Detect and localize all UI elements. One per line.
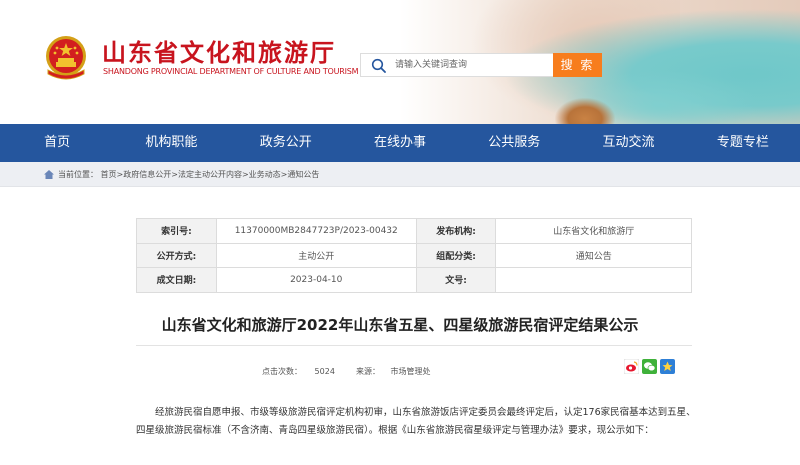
issuer-label: 发布机构: (415, 218, 497, 244)
nav-item-public-services[interactable]: 公共服务 (457, 124, 571, 162)
search-box: 搜 索 (360, 53, 602, 77)
nav-item-online-services[interactable]: 在线办事 (343, 124, 457, 162)
category-value: 通知公告 (495, 242, 692, 268)
search-field-wrap (360, 53, 553, 77)
category-label: 组配分类: (415, 242, 497, 268)
share-bar (623, 358, 675, 375)
site-header: 山东省文化和旅游厅 SHANDONG PROVINCIAL DEPARTMENT… (0, 0, 800, 124)
nav-item-special-topics[interactable]: 专题专栏 (686, 124, 800, 162)
article-title: 山东省文化和旅游厅2022年山东省五星、四星级旅游民宿评定结果公示 (161, 316, 639, 334)
breadcrumb: 当前位置： 首页>政府信息公开>法定主动公开内容>业务动态>通知公告 (0, 162, 800, 187)
date-value: 2023-04-10 (215, 267, 417, 293)
search-icon (371, 58, 386, 73)
favorite-icon[interactable] (660, 359, 675, 374)
table-row: 成文日期: 2023-04-10 文号: (136, 267, 692, 293)
docno-value (495, 267, 692, 293)
main-nav: 首页 机构职能 政务公开 在线办事 公共服务 互动交流 专题专栏 (0, 124, 800, 162)
search-button[interactable]: 搜 索 (553, 53, 602, 77)
source: 来源： 市场管理处 (356, 366, 431, 377)
home-icon (44, 169, 54, 179)
document-info-table: 索引号: 11370000MB2847723P/2023-00432 发布机构:… (136, 218, 692, 293)
index-label: 索引号: (136, 218, 217, 244)
nav-item-government-affairs[interactable]: 政务公开 (229, 124, 343, 162)
nav-item-organization[interactable]: 机构职能 (114, 124, 228, 162)
publicity-value: 主动公开 (215, 242, 417, 268)
publicity-label: 公开方式: (136, 242, 217, 268)
national-emblem-icon (46, 36, 86, 80)
divider (136, 345, 692, 346)
weibo-icon[interactable] (623, 358, 640, 375)
click-count: 点击次数： 5024 (262, 366, 335, 377)
article-body: 经旅游民宿自愿申报、市级等级旅游民宿评定机构初审，山东省旅游饭店评定委员会最终评… (136, 404, 696, 440)
source-label: 来源： (356, 367, 380, 376)
site-subtitle: SHANDONG PROVINCIAL DEPARTMENT OF CULTUR… (103, 67, 359, 76)
date-label: 成文日期: (136, 267, 217, 293)
click-count-label: 点击次数： (262, 367, 302, 376)
table-row: 公开方式: 主动公开 组配分类: 通知公告 (136, 242, 692, 268)
index-value: 11370000MB2847723P/2023-00432 (215, 218, 417, 244)
header-banner-tree (555, 98, 615, 124)
wechat-icon[interactable] (642, 359, 657, 374)
source-value: 市场管理处 (390, 367, 431, 376)
nav-item-home[interactable]: 首页 (0, 124, 114, 162)
nav-item-interaction[interactable]: 互动交流 (571, 124, 685, 162)
table-row: 索引号: 11370000MB2847723P/2023-00432 发布机构:… (136, 218, 692, 244)
click-count-value: 5024 (314, 367, 335, 376)
search-input[interactable] (395, 54, 550, 76)
article-paragraph: 经旅游民宿自愿申报、市级等级旅游民宿评定机构初审，山东省旅游饭店评定委员会最终评… (136, 407, 696, 436)
issuer-value: 山东省文化和旅游厅 (495, 218, 692, 244)
docno-label: 文号: (415, 267, 497, 293)
site-title: 山东省文化和旅游厅 (102, 39, 336, 67)
breadcrumb-text[interactable]: 当前位置： 首页>政府信息公开>法定主动公开内容>业务动态>通知公告 (58, 169, 319, 180)
